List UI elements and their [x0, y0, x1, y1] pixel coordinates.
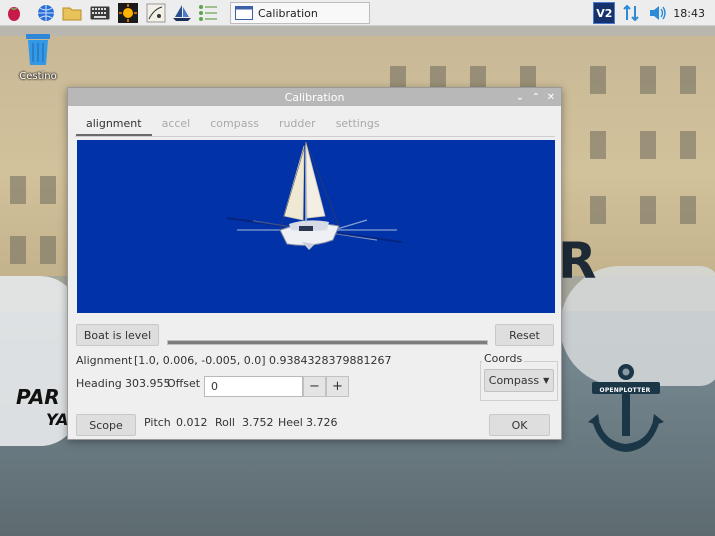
keyboard-icon[interactable]: [90, 3, 110, 23]
dialog-titlebar[interactable]: Calibration ⌄ ⌃ ✕: [68, 88, 561, 106]
close-icon[interactable]: ✕: [544, 90, 558, 104]
coords-selected-value: Compass: [488, 374, 540, 387]
minimize-icon[interactable]: ⌄: [513, 90, 527, 104]
web-browser-icon[interactable]: [36, 3, 56, 23]
ok-button[interactable]: OK: [489, 414, 550, 436]
coords-select[interactable]: Compass ▼: [484, 369, 554, 392]
tab-alignment[interactable]: alignment: [76, 112, 152, 136]
heading-label: Heading: [76, 377, 122, 390]
level-progress-bar: [167, 340, 488, 345]
boat-3d-view[interactable]: [77, 140, 555, 313]
pitch-label: Pitch: [144, 416, 171, 429]
openplotter-icon[interactable]: [172, 3, 192, 23]
sun-icon[interactable]: [118, 3, 138, 23]
offset-increment-button[interactable]: +: [326, 376, 349, 397]
tab-bar: alignment accel compass rudder settings: [76, 112, 390, 136]
map-icon[interactable]: [146, 3, 166, 23]
pitch-value: 0.012: [176, 416, 208, 429]
tab-accel[interactable]: accel: [152, 112, 201, 136]
offset-label: Offset: [167, 377, 201, 390]
maximize-icon[interactable]: ⌃: [529, 90, 543, 104]
taskbar: Calibration V2 18:43: [0, 0, 715, 26]
heel-label: Heel: [278, 416, 303, 429]
vnc-icon[interactable]: V2: [593, 2, 616, 24]
offset-input[interactable]: 0: [204, 376, 303, 397]
volume-icon[interactable]: [649, 5, 667, 21]
dialog-title: Calibration: [284, 90, 345, 104]
raspberry-menu-icon[interactable]: [4, 3, 24, 23]
desktop-trash[interactable]: Cestino: [16, 32, 60, 82]
calibration-dialog: Calibration ⌄ ⌃ ✕ alignment accel compas…: [67, 87, 562, 440]
tab-divider: [75, 136, 555, 137]
alignment-value: [1.0, 0.006, -0.005, 0.0] 0.938432837988…: [134, 354, 392, 367]
scope-button[interactable]: Scope: [76, 414, 136, 436]
trash-icon: [26, 34, 50, 65]
offset-decrement-button[interactable]: −: [303, 376, 326, 397]
roll-label: Roll: [215, 416, 235, 429]
chevron-down-icon: ▼: [543, 376, 550, 385]
clock[interactable]: 18:43: [673, 7, 705, 20]
boat-is-level-button[interactable]: Boat is level: [76, 324, 159, 346]
roll-value: 3.752: [242, 416, 274, 429]
alignment-label: Alignment: [76, 354, 133, 367]
heading-value: 303.955: [125, 377, 171, 390]
tab-rudder[interactable]: rudder: [269, 112, 326, 136]
network-arrows-icon[interactable]: [623, 4, 640, 22]
openplotter-anchor-logo: [588, 364, 664, 452]
taskbar-task-calibration[interactable]: Calibration: [230, 2, 370, 24]
file-manager-icon[interactable]: [62, 3, 82, 23]
settings-list-icon[interactable]: [198, 3, 218, 23]
level-progress-fill: [168, 341, 487, 344]
wallpaper-brand-text: PAR: [16, 385, 60, 409]
tab-compass[interactable]: compass: [200, 112, 269, 136]
taskbar-task-label: Calibration: [258, 6, 318, 20]
desktop-trash-label: Cestino: [19, 71, 57, 82]
reset-button[interactable]: Reset: [495, 324, 554, 346]
wallpaper-brand-text-2: YA: [46, 410, 69, 429]
tab-settings[interactable]: settings: [326, 112, 390, 136]
wallpaper-brand-letter: R: [558, 232, 597, 290]
boat-model: [226, 141, 403, 250]
heel-value: 3.726: [306, 416, 338, 429]
wallpaper-logo-text: OPENPLOTTER: [599, 387, 651, 394]
coords-label: Coords: [482, 352, 525, 365]
window-icon: [235, 6, 253, 20]
